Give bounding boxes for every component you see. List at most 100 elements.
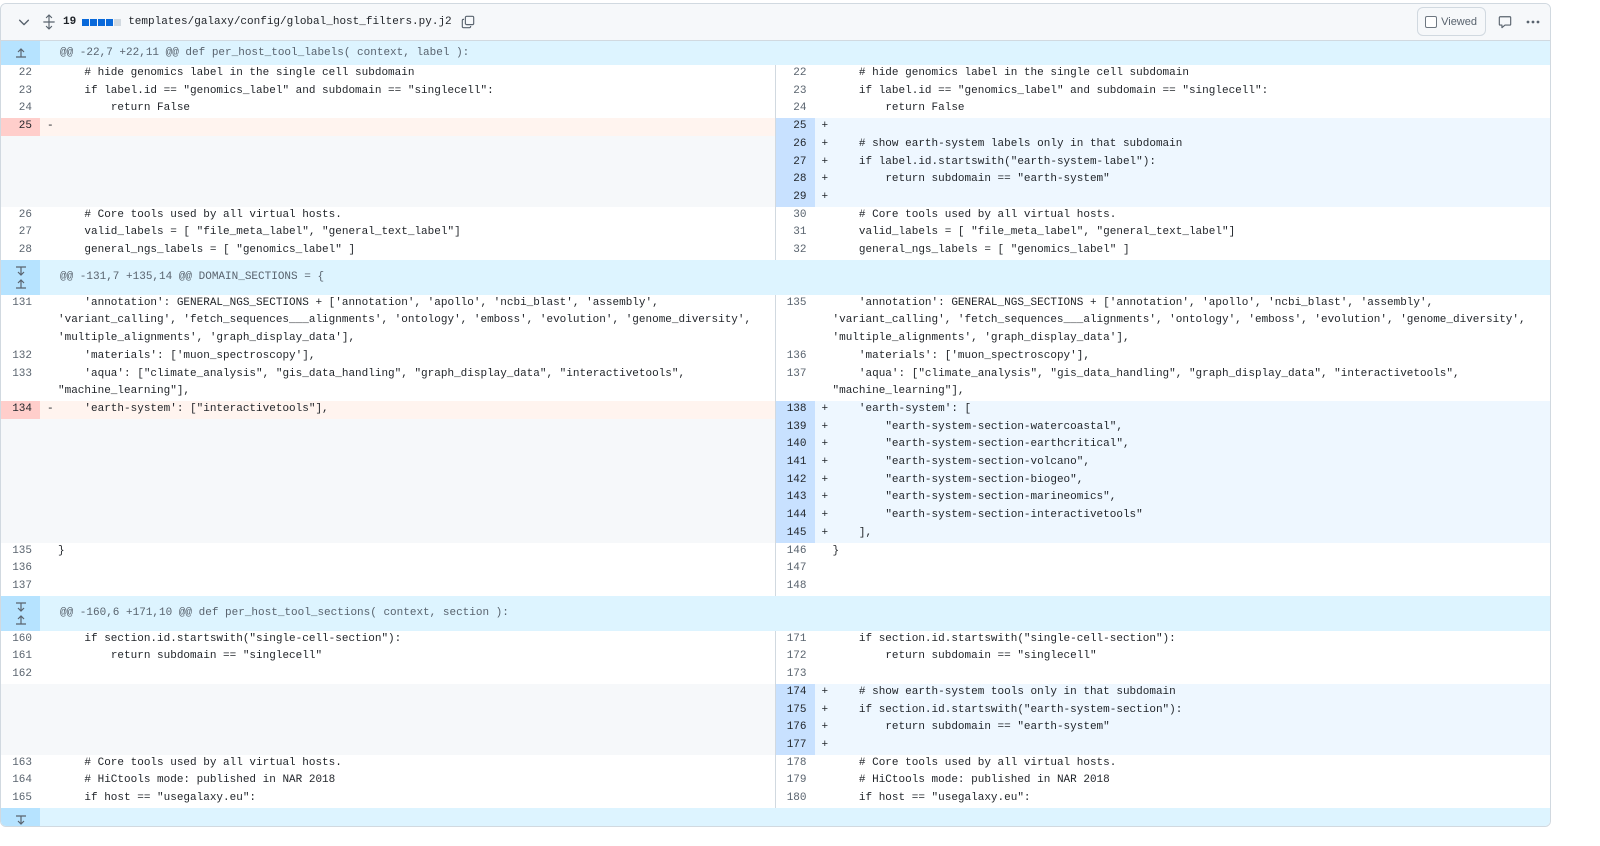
line-number[interactable] [1,171,40,189]
line-number[interactable] [1,736,40,755]
expand-lines-button[interactable] [1,807,40,826]
line-number[interactable]: 31 [775,224,815,243]
line-number[interactable]: 172 [775,648,815,667]
line-number[interactable]: 131 [1,294,40,348]
line-number[interactable] [1,507,40,525]
line-number[interactable]: 145 [775,524,815,543]
line-number[interactable]: 139 [775,418,815,437]
diff-file: 19 templates/galaxy/config/global_host_f… [0,3,1551,827]
line-number[interactable]: 173 [775,666,815,684]
line-number[interactable]: 134 [1,400,40,419]
chevron-down-icon[interactable] [15,13,33,31]
line-number[interactable]: 148 [775,577,815,596]
line-number[interactable]: 137 [775,365,815,401]
code-line: # show earth-system labels only in that … [832,135,1550,154]
line-number[interactable]: 24 [775,100,815,119]
line-number[interactable] [1,153,40,172]
line-number[interactable]: 137 [1,577,40,596]
line-number[interactable]: 26 [1,206,40,225]
code-line [58,666,775,684]
line-number[interactable] [1,454,40,472]
line-number[interactable]: 22 [775,65,815,83]
line-number[interactable]: 147 [775,560,815,578]
code-line [58,436,775,455]
line-number[interactable]: 164 [1,772,40,791]
line-number[interactable]: 174 [775,683,815,702]
copy-icon[interactable] [460,14,476,30]
viewed-toggle[interactable]: Viewed [1417,7,1486,36]
expand-lines-button[interactable] [1,41,40,65]
line-number[interactable]: 144 [775,507,815,525]
move-icon[interactable] [41,14,57,30]
line-number[interactable]: 136 [1,560,40,578]
line-number[interactable]: 132 [1,347,40,366]
kebab-icon[interactable] [1524,13,1542,31]
line-number[interactable]: 25 [1,118,40,136]
line-number[interactable]: 143 [775,489,815,508]
line-number[interactable]: 163 [1,754,40,773]
line-number[interactable] [1,524,40,543]
line-number[interactable]: 141 [775,454,815,472]
diff-marker [40,471,58,490]
line-number[interactable]: 27 [775,153,815,172]
line-number[interactable]: 135 [1,542,40,561]
line-number[interactable]: 178 [775,754,815,773]
line-number[interactable]: 177 [775,736,815,755]
line-number[interactable] [1,489,40,508]
line-number[interactable]: 32 [775,242,815,260]
diff-marker [814,224,833,243]
right-side: 171 if section.id.startswith("single-cel… [775,630,1550,649]
file-path[interactable]: templates/galaxy/config/global_host_filt… [128,16,451,28]
line-number[interactable] [1,471,40,490]
line-number[interactable]: 162 [1,666,40,684]
line-number[interactable]: 161 [1,648,40,667]
expand-down-icon[interactable] [15,266,27,276]
line-number[interactable]: 24 [1,100,40,119]
expand-lines-button[interactable] [1,259,40,295]
line-number[interactable]: 23 [775,82,815,101]
line-number[interactable]: 29 [775,188,815,207]
line-number[interactable]: 146 [775,542,815,561]
line-number[interactable] [1,188,40,207]
line-number[interactable]: 160 [1,630,40,649]
line-number[interactable]: 27 [1,224,40,243]
line-number[interactable]: 133 [1,365,40,401]
line-number[interactable]: 175 [775,701,815,720]
line-number[interactable]: 25 [775,118,815,136]
line-number[interactable]: 136 [775,347,815,366]
expand-up-icon[interactable] [15,278,27,289]
viewed-checkbox[interactable] [1425,15,1438,28]
line-number[interactable]: 22 [1,65,40,83]
line-number[interactable]: 176 [775,719,815,737]
expand-up-icon[interactable] [15,614,27,625]
line-number[interactable]: 138 [775,400,815,419]
expand-down-icon[interactable] [15,815,27,826]
line-number[interactable] [1,719,40,737]
right-side: 145 + ], [775,524,1550,543]
code-line [58,471,775,490]
line-number[interactable]: 142 [775,471,815,490]
comment-icon[interactable] [1496,13,1514,31]
line-number[interactable]: 180 [775,790,815,808]
line-number[interactable] [1,418,40,437]
left-side [1,489,776,508]
line-number[interactable]: 28 [775,171,815,189]
line-number[interactable]: 171 [775,630,815,649]
line-number[interactable]: 30 [775,206,815,225]
line-number[interactable] [1,683,40,702]
code-line [58,454,775,472]
diff-marker: + [814,719,833,737]
line-number[interactable]: 26 [775,135,815,154]
line-number[interactable] [1,701,40,720]
expand-lines-button[interactable] [1,595,40,631]
line-number[interactable]: 165 [1,790,40,808]
line-number[interactable] [1,135,40,154]
line-number[interactable]: 135 [775,294,815,348]
expand-up-icon[interactable] [15,48,27,58]
line-number[interactable]: 179 [775,772,815,791]
expand-down-icon[interactable] [15,602,27,612]
line-number[interactable] [1,436,40,455]
line-number[interactable]: 23 [1,82,40,101]
line-number[interactable]: 28 [1,242,40,260]
line-number[interactable]: 140 [775,436,815,455]
